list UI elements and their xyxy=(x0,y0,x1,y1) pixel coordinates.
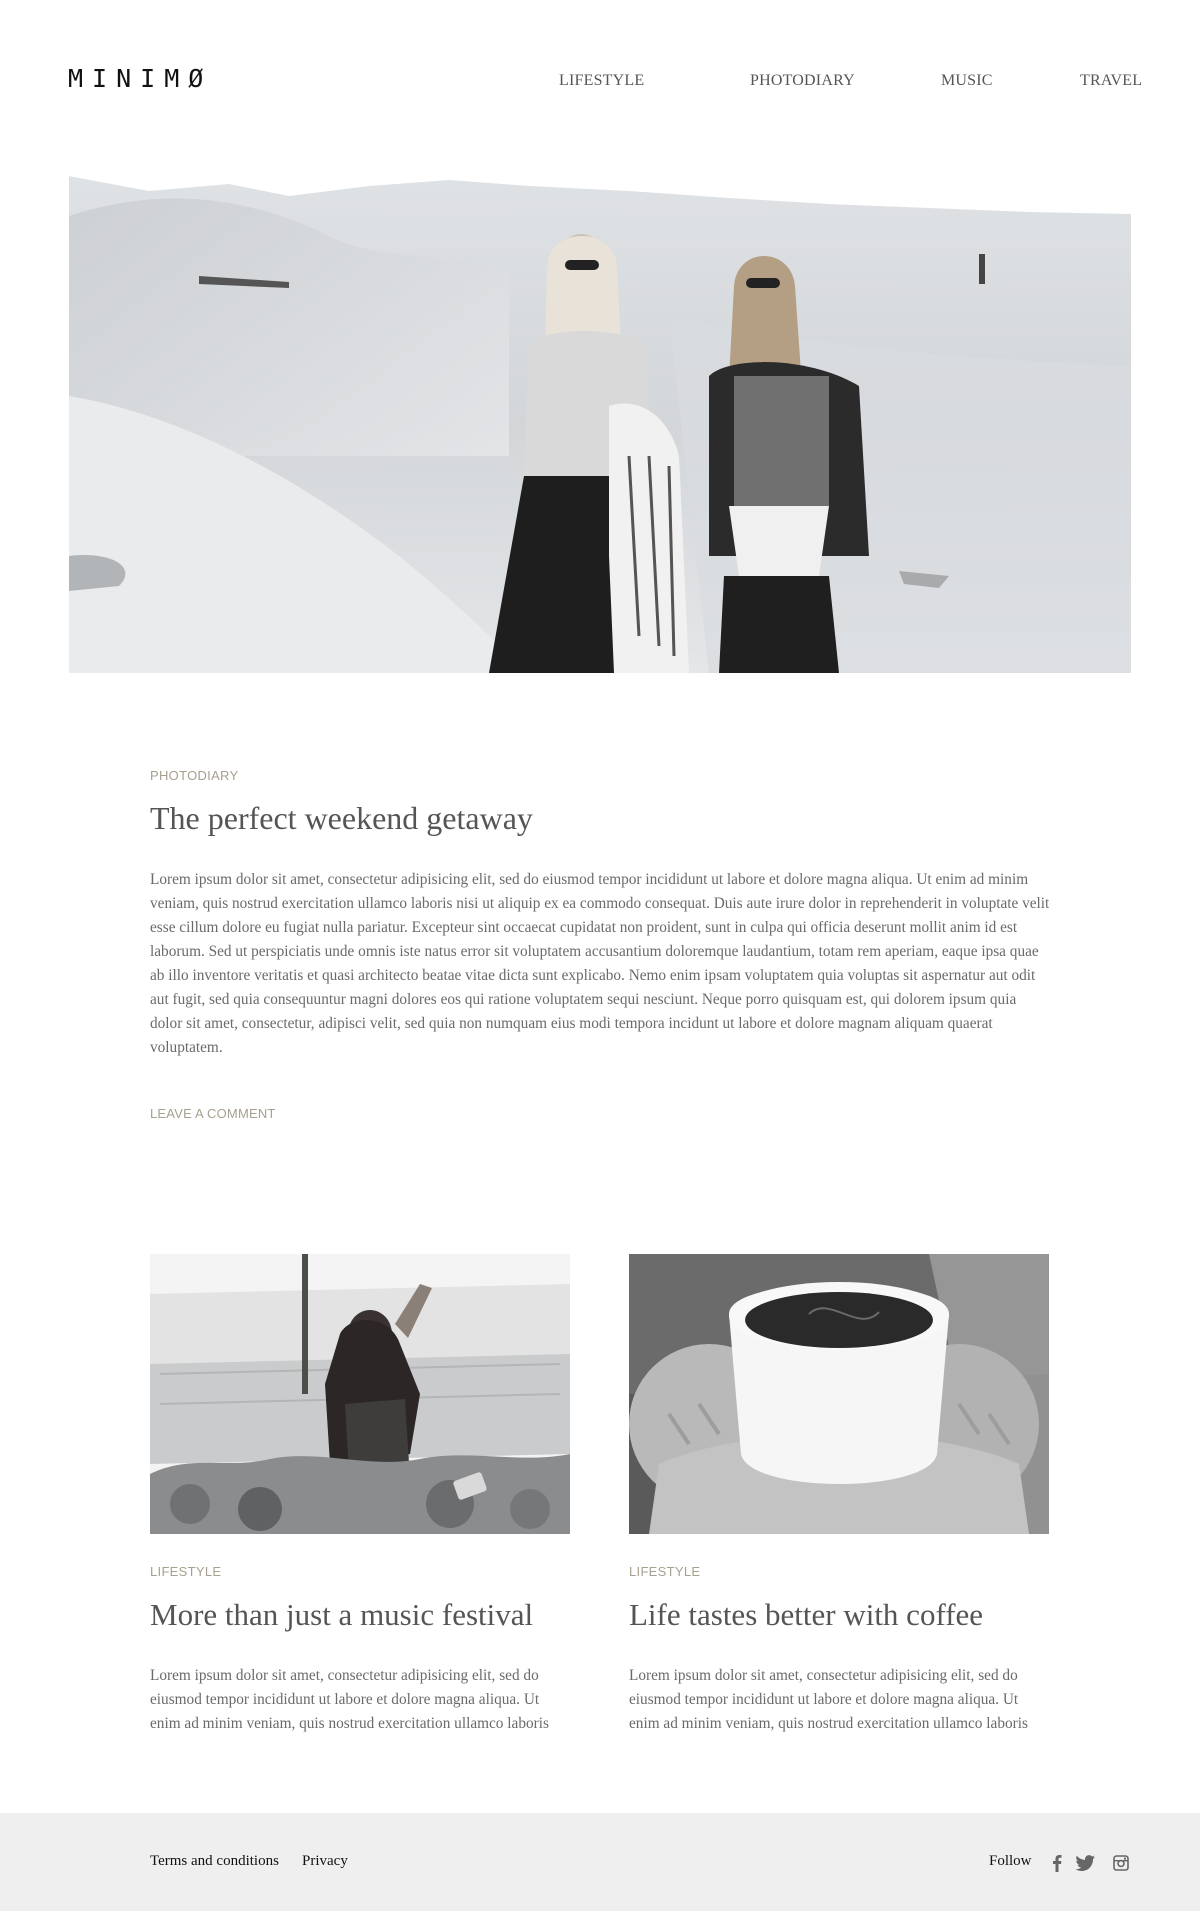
hero-image[interactable] xyxy=(69,156,1131,673)
privacy-link[interactable]: Privacy xyxy=(302,1853,348,1870)
twitter-icon[interactable] xyxy=(1076,1853,1096,1873)
site-logo[interactable]: MINIMØ xyxy=(68,64,212,93)
card-image-coffee[interactable] xyxy=(629,1254,1049,1534)
featured-category[interactable]: PHOTODIARY xyxy=(150,768,238,783)
coffee-photo xyxy=(629,1254,1049,1534)
hero-photo-two-women-on-sand-dunes xyxy=(69,156,1131,673)
leave-comment-link[interactable]: LEAVE A COMMENT xyxy=(150,1106,276,1121)
card-excerpt: Lorem ipsum dolor sit amet, consectetur … xyxy=(150,1667,549,1732)
card-title[interactable]: More than just a music festival xyxy=(150,1597,533,1633)
featured-body: Lorem ipsum dolor sit amet, consectetur … xyxy=(150,871,1050,1056)
terms-link[interactable]: Terms and conditions xyxy=(150,1853,279,1870)
nav-item-travel[interactable]: TRAVEL xyxy=(1080,72,1142,90)
card-category[interactable]: LIFESTYLE xyxy=(629,1564,700,1579)
site-footer: Terms and conditions Privacy Follow xyxy=(0,1813,1200,1911)
nav-item-lifestyle[interactable]: LIFESTYLE xyxy=(559,72,644,90)
card-title[interactable]: Life tastes better with coffee xyxy=(629,1597,983,1633)
festival-photo xyxy=(150,1254,570,1534)
featured-title[interactable]: The perfect weekend getaway xyxy=(150,800,533,837)
facebook-icon[interactable] xyxy=(1047,1853,1067,1873)
card-category[interactable]: LIFESTYLE xyxy=(150,1564,221,1579)
follow-label: Follow xyxy=(989,1853,1032,1869)
card-excerpt: Lorem ipsum dolor sit amet, consectetur … xyxy=(629,1667,1028,1732)
instagram-icon[interactable] xyxy=(1111,1853,1131,1873)
site-header: MINIMØ LIFESTYLE PHOTODIARY MUSIC TRAVEL xyxy=(0,0,1200,160)
nav-item-music[interactable]: MUSIC xyxy=(941,72,993,90)
card-image-music-festival[interactable] xyxy=(150,1254,570,1534)
nav-item-photodiary[interactable]: PHOTODIARY xyxy=(750,72,855,90)
